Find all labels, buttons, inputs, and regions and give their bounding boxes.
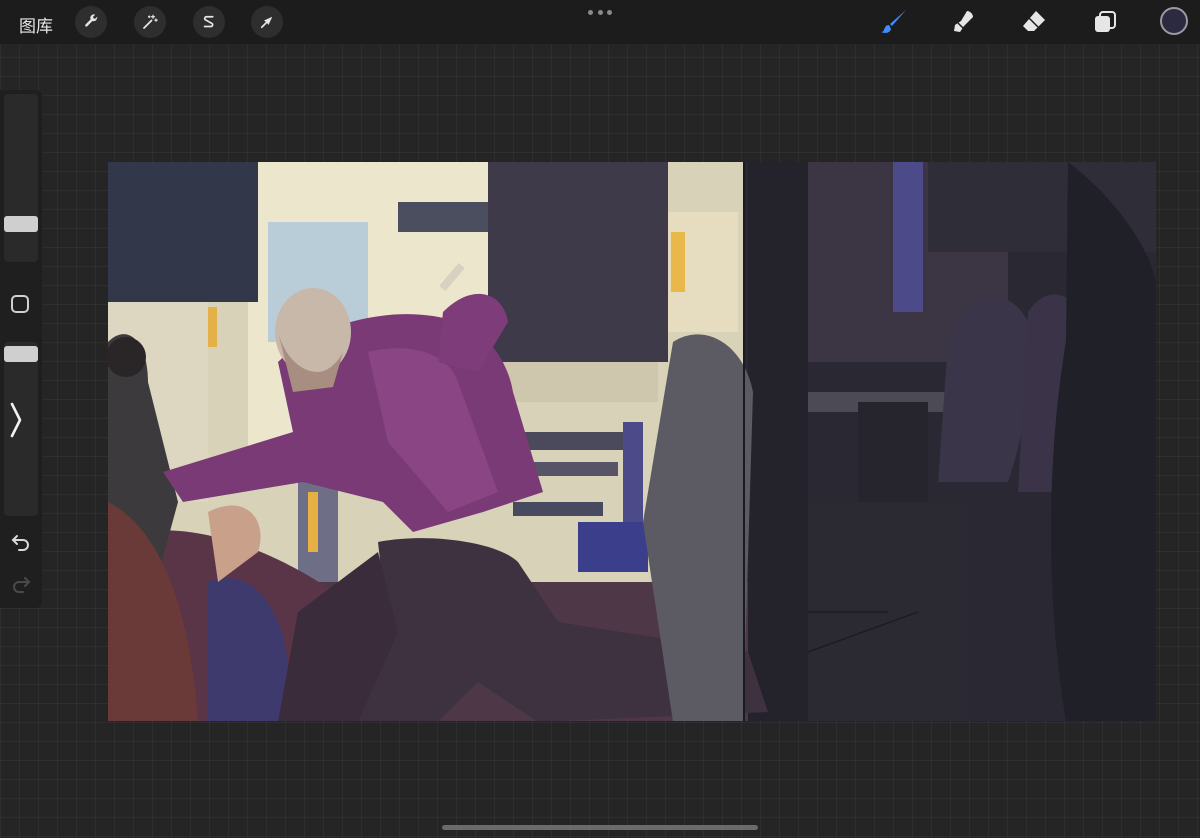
modify-button[interactable]: [11, 295, 29, 313]
layers-icon[interactable]: [1089, 6, 1121, 38]
brush-icon[interactable]: [878, 6, 910, 38]
selection-s-icon[interactable]: [193, 6, 225, 38]
gallery-button[interactable]: 图库: [19, 12, 53, 37]
artwork-canvas[interactable]: [108, 162, 1156, 721]
sidebar: [0, 90, 42, 608]
top-toolbar: 图库: [0, 0, 1200, 44]
home-indicator[interactable]: [442, 825, 758, 830]
chevron-right-icon[interactable]: [6, 400, 26, 440]
color-picker-swatch[interactable]: [1160, 7, 1188, 35]
arrow-cursor-icon[interactable]: [251, 6, 283, 38]
smudge-icon[interactable]: [948, 6, 980, 38]
opacity-handle[interactable]: [4, 346, 38, 362]
more-options-icon[interactable]: [588, 4, 612, 20]
undo-icon[interactable]: [10, 533, 32, 551]
eraser-icon[interactable]: [1018, 6, 1050, 38]
wrench-icon[interactable]: [75, 6, 107, 38]
magic-wand-icon[interactable]: [134, 6, 166, 38]
brush-size-handle[interactable]: [4, 216, 38, 232]
brush-size-slider[interactable]: [4, 94, 38, 262]
redo-icon[interactable]: [10, 575, 32, 593]
painting-image: [108, 162, 1156, 721]
